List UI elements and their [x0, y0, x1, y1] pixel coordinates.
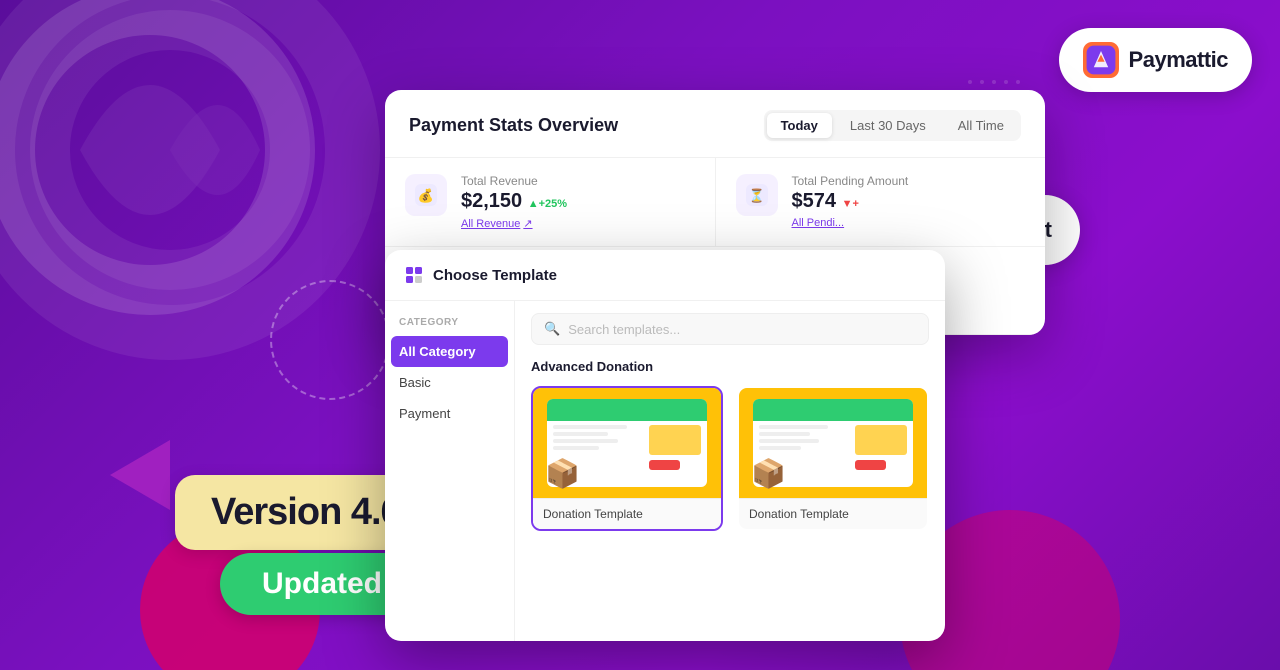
svg-text:💰: 💰 [418, 188, 434, 204]
stat-revenue: 💰 Total Revenue $2,150 ▲+25% All Revenue… [385, 158, 716, 246]
revenue-label: Total Revenue [461, 174, 567, 188]
stats-row: 💰 Total Revenue $2,150 ▲+25% All Revenue… [385, 158, 1045, 247]
revenue-value: $2,150 ▲+25% [461, 190, 567, 213]
time-tabs: Today Last 30 Days All Time [764, 110, 1021, 141]
template-name-1: Donation Template [533, 498, 721, 529]
pending-link[interactable]: All Pendi... [792, 217, 909, 229]
thumb-header-2 [753, 399, 913, 421]
stats-header: Payment Stats Overview Today Last 30 Day… [385, 90, 1045, 158]
template-body: Category All Category Basic Payment 🔍 Se… [385, 301, 945, 641]
template-thumb-2: 📦 [739, 388, 927, 498]
cat-all[interactable]: All Category [391, 336, 508, 367]
thumb-header-1 [547, 399, 707, 421]
pending-icon-wrap: ⏳ [736, 174, 778, 216]
deco-triangle [110, 440, 170, 510]
deco-dashed-circle [270, 280, 390, 400]
search-placeholder: Search templates... [568, 322, 680, 337]
thumb-emoji-1: 📦 [545, 457, 580, 490]
template-name-2: Donation Template [739, 498, 927, 529]
revenue-icon: 💰 [415, 184, 437, 206]
revenue-info: Total Revenue $2,150 ▲+25% All Revenue ↗ [461, 174, 567, 230]
pending-info: Total Pending Amount $574 ▼+ All Pendi..… [792, 174, 909, 229]
pending-change: ▼+ [842, 198, 859, 210]
thumb-left-1 [553, 425, 645, 453]
template-search-bar[interactable]: 🔍 Search templates... [531, 313, 929, 345]
tab-alltime[interactable]: All Time [944, 113, 1018, 138]
cat-basic[interactable]: Basic [385, 367, 514, 398]
thumb-left-2 [759, 425, 851, 453]
cat-payment[interactable]: Payment [385, 398, 514, 429]
category-label: Category [385, 313, 514, 336]
template-modal-title: Choose Template [433, 267, 557, 284]
template-thumb-1: 📦 [533, 388, 721, 498]
stats-title: Payment Stats Overview [409, 115, 618, 136]
template-sidebar: Category All Category Basic Payment [385, 301, 515, 641]
tab-last30[interactable]: Last 30 Days [836, 113, 940, 138]
paymattic-logo: Paymattic [1059, 28, 1252, 92]
paymattic-brand-text: Paymattic [1129, 47, 1228, 73]
template-icon [405, 266, 423, 284]
template-item-1[interactable]: 📦 Donation Template [531, 386, 723, 531]
thumb-emoji-2: 📦 [751, 457, 786, 490]
search-icon: 🔍 [544, 321, 560, 337]
revenue-icon-wrap: 💰 [405, 174, 447, 216]
pending-icon: ⏳ [746, 184, 768, 206]
templates-grid: 📦 Donation Template [531, 386, 929, 531]
template-content: 🔍 Search templates... Advanced Donation [515, 301, 945, 641]
svg-text:⏳: ⏳ [748, 188, 764, 203]
template-modal: Choose Template Category All Category Ba… [385, 250, 945, 641]
revenue-change: ▲+25% [528, 198, 567, 210]
pending-value: $574 ▼+ [792, 190, 909, 213]
tab-today[interactable]: Today [767, 113, 832, 138]
thumb-right-2 [855, 425, 907, 470]
paymattic-icon [1083, 42, 1119, 78]
section-heading: Advanced Donation [531, 359, 929, 374]
template-modal-header: Choose Template [385, 250, 945, 301]
template-item-2[interactable]: 📦 Donation Template [737, 386, 929, 531]
thumb-right-1 [649, 425, 701, 470]
stat-pending: ⏳ Total Pending Amount $574 ▼+ All Pendi… [716, 158, 1046, 246]
pending-label: Total Pending Amount [792, 174, 909, 188]
revenue-link[interactable]: All Revenue ↗ [461, 217, 567, 230]
